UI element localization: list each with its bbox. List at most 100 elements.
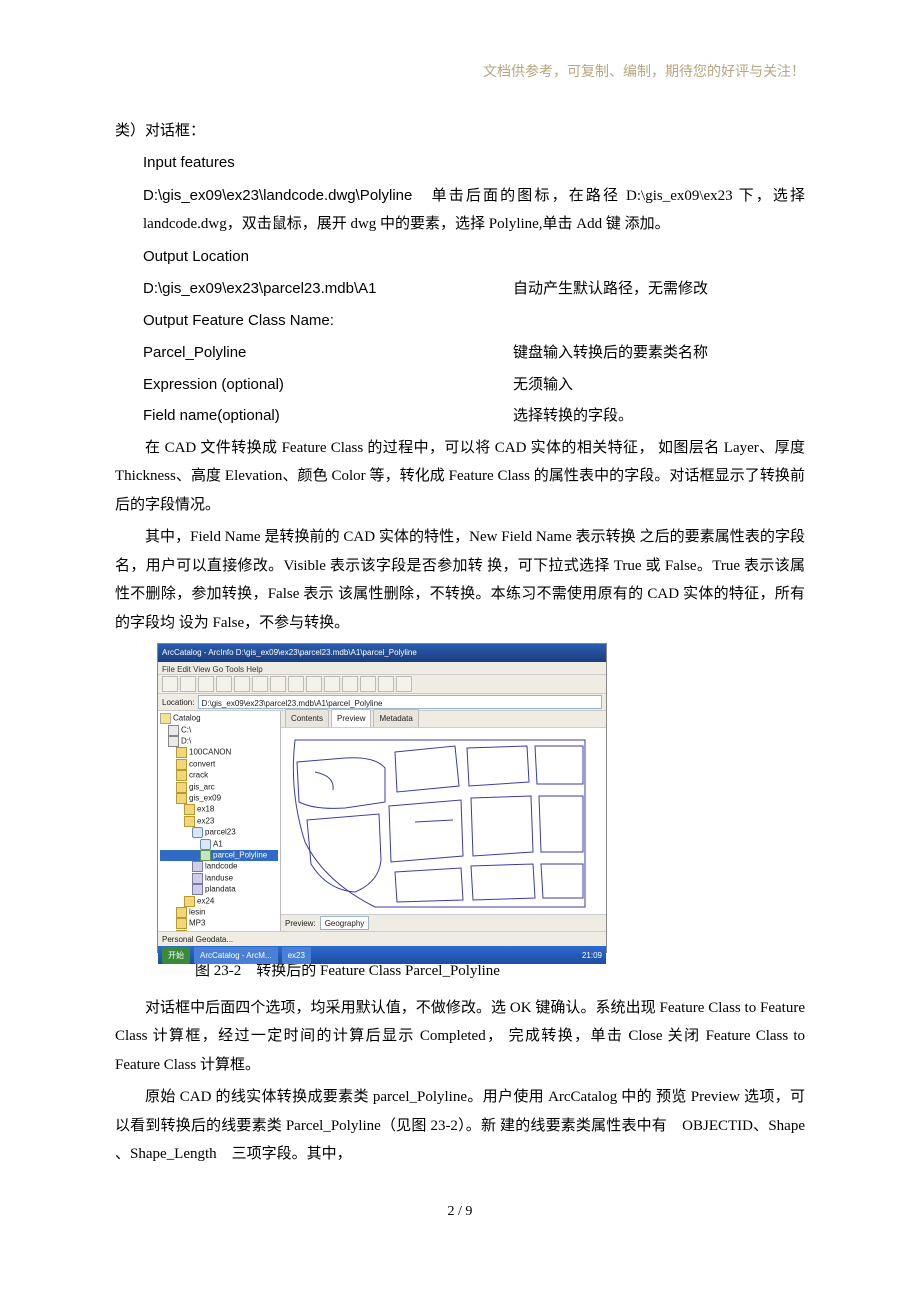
folder-icon xyxy=(176,907,187,918)
toolbar-button[interactable] xyxy=(360,676,376,692)
db-icon xyxy=(200,839,211,850)
cad-icon xyxy=(192,873,203,884)
toolbar-button[interactable] xyxy=(288,676,304,692)
figure-23-2: ArcCatalog - ArcInfo D:\gis_ex09\ex23\pa… xyxy=(157,643,607,953)
output-location-row: D:\gis_ex09\ex23\parcel23.mdb\A1 自动产生默认路… xyxy=(115,275,805,304)
folder-icon xyxy=(184,816,195,827)
catalog-tree[interactable]: CatalogC:\D:\ 100CANON convertcrack gis_arc… xyxy=(158,711,281,931)
window-body: CatalogC:\D:\ 100CANON convertcrack gis_arc… xyxy=(158,711,606,931)
tree-node[interactable]: gis_ex09 xyxy=(160,793,278,804)
input-features-path: D:\gis_ex09\ex23\landcode.dwg\Polyline xyxy=(143,187,412,204)
cat-icon xyxy=(160,713,171,724)
tab-preview[interactable]: Preview xyxy=(331,709,371,727)
output-fc-value: Parcel_Polyline xyxy=(143,339,513,368)
tree-node[interactable]: ex18 xyxy=(160,804,278,815)
tree-node[interactable]: Catalog xyxy=(160,713,278,724)
toolbar-button[interactable] xyxy=(234,676,250,692)
toolbar-button[interactable] xyxy=(216,676,232,692)
page: 文档供参考，可复制、编制，期待您的好评与关注！ 类）对话框： Input fea… xyxy=(0,0,920,1265)
tree-node[interactable]: crack xyxy=(160,770,278,781)
main-panel: ContentsPreviewMetadata xyxy=(281,711,606,931)
toolbar-button[interactable] xyxy=(270,676,286,692)
os-taskbar: 开始 ArcCatalog - ArcM... ex23 21:09 xyxy=(158,946,606,964)
tree-node-label: ex24 xyxy=(197,896,214,905)
toolbar-button[interactable] xyxy=(162,676,178,692)
paragraph-2: 在 CAD 文件转换成 Feature Class 的过程中，可以将 CAD 实… xyxy=(115,434,805,520)
tree-node[interactable]: C:\ xyxy=(160,725,278,736)
cad-icon xyxy=(192,884,203,895)
preview-bar: Preview: Geography xyxy=(281,914,606,931)
tree-node-label: crack xyxy=(189,771,208,780)
folder-icon xyxy=(184,804,195,815)
folder-icon xyxy=(184,896,195,907)
paragraph-4: 对话框中后面四个选项，均采用默认值，不做修改。选 OK 键确认。系统出现 Fea… xyxy=(115,994,805,1080)
toolbar-button[interactable] xyxy=(198,676,214,692)
tab-contents[interactable]: Contents xyxy=(285,709,329,727)
tree-node[interactable]: landuse xyxy=(160,873,278,884)
tree-node-label: A1 xyxy=(213,839,223,848)
main-tabs: ContentsPreviewMetadata xyxy=(281,711,606,728)
window-titlebar: ArcCatalog - ArcInfo D:\gis_ex09\ex23\pa… xyxy=(158,644,606,662)
expression-note: 无须输入 xyxy=(513,371,805,400)
tree-node[interactable]: lesin xyxy=(160,907,278,918)
toolbar-button[interactable] xyxy=(306,676,322,692)
toolbar-button[interactable] xyxy=(396,676,412,692)
tree-node-label: plandata xyxy=(205,885,236,894)
tree-node[interactable]: plandata xyxy=(160,884,278,895)
db-icon xyxy=(192,827,203,838)
tab-metadata[interactable]: Metadata xyxy=(373,709,418,727)
window-menubar: File Edit View Go Tools Help xyxy=(158,662,606,675)
tree-node-label: ex18 xyxy=(197,805,214,814)
tree-node-label: ex23 xyxy=(197,816,214,825)
tree-node-label: landcode xyxy=(205,862,237,871)
tree-node[interactable]: ex23 xyxy=(160,816,278,827)
field-note: 选择转换的字段。 xyxy=(513,402,805,431)
tree-node[interactable]: 100CANON xyxy=(160,747,278,758)
window-toolbar xyxy=(158,675,606,694)
drive-icon xyxy=(168,736,179,747)
output-fc-label: Output Feature Class Name: xyxy=(115,307,805,336)
output-location-label: Output Location xyxy=(115,243,805,272)
input-features-label: Input features xyxy=(115,149,805,178)
tree-node[interactable]: parcel23 xyxy=(160,827,278,838)
toolbar-button[interactable] xyxy=(252,676,268,692)
paragraph-3: 其中，Field Name 是转换前的 CAD 实体的特性，New Field … xyxy=(115,523,805,637)
status-bar: Personal Geodata... xyxy=(158,931,606,946)
preview-canvas xyxy=(281,728,606,914)
expression-row: Expression (optional) 无须输入 xyxy=(115,371,805,400)
field-label: Field name(optional) xyxy=(143,402,513,431)
paragraph-intro: 类）对话框： xyxy=(115,117,805,146)
start-button[interactable]: 开始 xyxy=(162,947,190,964)
location-label: Location: xyxy=(162,695,194,710)
tree-node-label: D:\ xyxy=(181,737,191,746)
preview-select[interactable]: Geography xyxy=(320,916,370,930)
tree-node-label: 100CANON xyxy=(189,748,231,757)
output-location-path: D:\gis_ex09\ex23\parcel23.mdb\A1 xyxy=(143,275,513,304)
tree-node[interactable]: MP3 xyxy=(160,918,278,929)
toolbar-button[interactable] xyxy=(378,676,394,692)
folder-icon xyxy=(176,793,187,804)
tree-node[interactable]: landcode xyxy=(160,861,278,872)
fc-icon xyxy=(200,850,211,861)
taskbar-item[interactable]: ArcCatalog - ArcM... xyxy=(194,947,278,964)
output-fc-note: 键盘输入转换后的要素类名称 xyxy=(513,339,805,368)
taskbar-item[interactable]: ex23 xyxy=(282,947,311,964)
tree-node[interactable]: parcel_Polyline xyxy=(160,850,278,861)
tree-node[interactable]: D:\ xyxy=(160,736,278,747)
tree-node[interactable]: convert xyxy=(160,759,278,770)
header-note: 文档供参考，可复制、编制，期待您的好评与关注！ xyxy=(115,60,805,87)
tree-node[interactable]: A1 xyxy=(160,839,278,850)
page-footer: 2 / 9 xyxy=(115,1199,805,1226)
tree-node-label: gis_ex09 xyxy=(189,794,221,803)
tree-node[interactable]: ex24 xyxy=(160,896,278,907)
toolbar-button[interactable] xyxy=(324,676,340,692)
location-input[interactable]: D:\gis_ex09\ex23\parcel23.mdb\A1\parcel_… xyxy=(198,695,602,709)
tree-node[interactable]: gis_arc xyxy=(160,782,278,793)
toolbar-button[interactable] xyxy=(342,676,358,692)
cad-icon xyxy=(192,861,203,872)
tree-node-label: MP3 xyxy=(189,919,205,928)
folder-icon xyxy=(176,918,187,929)
paragraph-5: 原始 CAD 的线实体转换成要素类 parcel_Polyline。用户使用 A… xyxy=(115,1083,805,1169)
toolbar-button[interactable] xyxy=(180,676,196,692)
tree-node-label: parcel_Polyline xyxy=(213,851,267,860)
